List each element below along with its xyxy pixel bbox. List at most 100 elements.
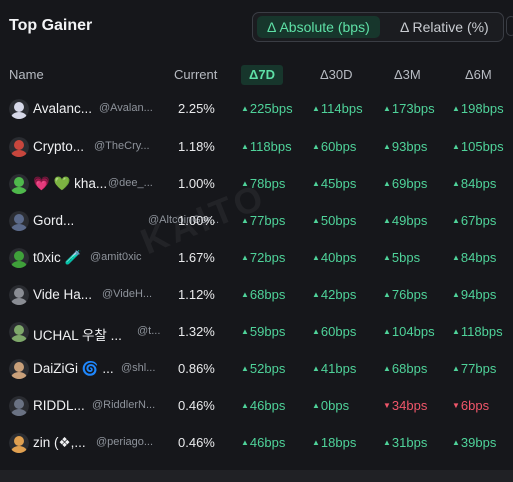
- delta-value: 68bps: [391, 361, 428, 376]
- delta-value: 72bps: [249, 250, 286, 265]
- delta-d7-cell: ▲78bps: [241, 176, 285, 191]
- triangle-up-icon: ▲: [383, 364, 391, 373]
- account-handle[interactable]: @VideH...: [102, 288, 152, 300]
- delta-d3m-cell: ▲76bps: [383, 287, 427, 302]
- current-mindshare: 1.00%: [178, 176, 215, 191]
- column-header-7d[interactable]: Δ7D: [241, 65, 283, 85]
- delta-value: 59bps: [249, 324, 286, 339]
- delta-d6m-cell: ▲105bps: [452, 139, 504, 154]
- delta-d6m-cell: ▲84bps: [452, 250, 496, 265]
- delta-d7-cell: ▲46bps: [241, 435, 285, 450]
- triangle-up-icon: ▲: [241, 142, 249, 151]
- delta-value: 41bps: [320, 361, 357, 376]
- triangle-up-icon: ▲: [241, 438, 249, 447]
- current-mindshare: 1.32%: [178, 324, 215, 339]
- triangle-up-icon: ▲: [241, 290, 249, 299]
- delta-value: 39bps: [460, 435, 497, 450]
- delta-value: 34bps: [391, 398, 428, 413]
- table-row[interactable]: DaiZiGi 🌀 ... @shl... 0.86% ▲52bps ▲41bps ▲68…: [0, 352, 513, 389]
- table-row[interactable]: zin (❖,... @periago... 0.46% ▲46bps ▲18bps ▲3…: [0, 426, 513, 463]
- table-row[interactable]: Avalanc... @Avalan... 2.25% ▲225bps ▲114bps ▲…: [0, 92, 513, 129]
- delta-value: 45bps: [320, 176, 357, 191]
- account-handle[interactable]: @RiddlerN...: [92, 399, 155, 411]
- avatar: [9, 174, 29, 194]
- delta-value: 198bps: [460, 101, 504, 116]
- delta-value: 31bps: [391, 435, 428, 450]
- account-name[interactable]: Crypto...: [33, 139, 84, 154]
- account-handle[interactable]: @amit0xic: [90, 251, 142, 263]
- account-name[interactable]: t0xic 🧪: [33, 250, 81, 266]
- avatar: [9, 359, 29, 379]
- account-handle[interactable]: @t...: [137, 325, 160, 337]
- account-name[interactable]: UCHAL 우찰 ...: [33, 324, 122, 344]
- table-row[interactable]: t0xic 🧪 @amit0xic 1.67% ▲72bps ▲ 40bps ▲5bps ▲8…: [0, 241, 513, 278]
- relative-percent-toggle[interactable]: Δ Relative (%): [390, 16, 499, 38]
- delta-value: 118bps: [249, 139, 292, 154]
- delta-d7-cell: ▲59bps: [241, 324, 285, 339]
- absolute-bps-toggle[interactable]: Δ Absolute (bps): [257, 16, 380, 38]
- top-gainer-panel: Top Gainer Δ Absolute (bps) Δ Relative (…: [0, 0, 513, 470]
- account-name[interactable]: zin (❖,...: [33, 435, 86, 451]
- account-name[interactable]: Gord...: [33, 213, 74, 228]
- avatar: [9, 285, 29, 305]
- account-name[interactable]: DaiZiGi 🌀 ...: [33, 361, 114, 377]
- triangle-up-icon: ▲: [452, 216, 460, 225]
- panel-title: Top Gainer: [9, 17, 93, 34]
- triangle-up-icon: ▲: [452, 179, 460, 188]
- triangle-up-icon: ▲: [241, 216, 249, 225]
- delta-d3m-cell: ▲68bps: [383, 361, 427, 376]
- delta-d6m-cell: ▲198bps: [452, 101, 504, 116]
- current-mindshare: 0.46%: [178, 398, 215, 413]
- account-name[interactable]: 💗 💚 kha...: [33, 176, 107, 192]
- table-row[interactable]: RIDDL... @RiddlerN... 0.46% ▲46bps ▲0bps ▼34b…: [0, 389, 513, 426]
- delta-d7-cell: ▲68bps: [241, 287, 285, 302]
- triangle-up-icon: ▲: [452, 142, 460, 151]
- account-handle[interactable]: @dee_...: [108, 177, 153, 189]
- account-name[interactable]: Avalanc...: [33, 101, 92, 116]
- delta-value: 52bps: [249, 361, 286, 376]
- account-name[interactable]: RIDDL...: [33, 398, 85, 413]
- table-row[interactable]: UCHAL 우찰 ... @t... 1.32% ▲59bps ▲60bps ▲104bp…: [0, 315, 513, 352]
- delta-value: 77bps: [249, 213, 286, 228]
- delta-d3m-cell: ▲5bps: [383, 250, 420, 265]
- delta-d6m-cell: ▲39bps: [452, 435, 496, 450]
- column-header-6m[interactable]: Δ6M: [465, 67, 492, 82]
- account-name[interactable]: Vide Ha...: [33, 287, 92, 302]
- table-row[interactable]: Gord... @AltcoinGor... 1.00% ▲77bps ▲50bps ▲4…: [0, 204, 513, 241]
- table-row[interactable]: 💗 💚 kha... @dee_... 1.00% ▲78bps ▲45bps ▲69bp…: [0, 167, 513, 204]
- account-handle[interactable]: @shl...: [121, 362, 155, 374]
- column-header-current[interactable]: Current: [174, 67, 217, 82]
- delta-value: 18bps: [320, 435, 357, 450]
- delta-value: 84bps: [460, 250, 497, 265]
- column-header-name[interactable]: Name: [9, 67, 44, 82]
- avatar: [9, 396, 29, 416]
- delta-value: 5bps: [391, 250, 421, 265]
- delta-value: 60bps: [320, 139, 357, 154]
- account-handle[interactable]: @Avalan...: [99, 102, 153, 114]
- triangle-down-icon: ▼: [383, 401, 391, 410]
- current-mindshare: 1.67%: [178, 250, 215, 265]
- table-row[interactable]: Vide Ha... @VideH... 1.12% ▲68bps ▲42bps ▲76b…: [0, 278, 513, 315]
- triangle-up-icon: ▲: [383, 142, 391, 151]
- delta-d30-cell: ▲50bps: [312, 213, 356, 228]
- delta-d7-cell: ▲72bps: [241, 250, 285, 265]
- triangle-up-icon: ▲: [312, 104, 320, 113]
- account-handle[interactable]: @TheCry...: [94, 140, 150, 152]
- triangle-up-icon: ▲: [241, 253, 249, 262]
- current-mindshare: 1.12%: [178, 287, 215, 302]
- delta-d30-cell: ▲60bps: [312, 324, 356, 339]
- account-handle[interactable]: @periago...: [96, 436, 153, 448]
- triangle-up-icon: ▲: [452, 327, 460, 336]
- triangle-up-icon: ▲: [241, 401, 249, 410]
- delta-d7-cell: ▲118bps: [241, 139, 292, 154]
- delta-value: 84bps: [460, 176, 497, 191]
- current-mindshare: 1.18%: [178, 139, 215, 154]
- column-header-30d[interactable]: Δ30D: [320, 67, 353, 82]
- delta-value: 40bps: [320, 250, 357, 265]
- table-row[interactable]: Crypto... @TheCry... 1.18% ▲118bps ▲60bps ▲93…: [0, 130, 513, 167]
- delta-d6m-cell: ▲67bps: [452, 213, 496, 228]
- delta-d3m-cell: ▲31bps: [383, 435, 427, 450]
- column-header-3m[interactable]: Δ3M: [394, 67, 421, 82]
- partial-control-edge[interactable]: [506, 16, 513, 36]
- delta-value: 49bps: [391, 213, 428, 228]
